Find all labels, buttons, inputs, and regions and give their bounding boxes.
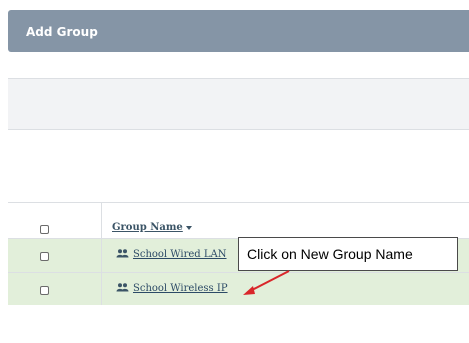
table-row: School Wireless IP [8,272,469,305]
column-divider [101,203,102,239]
sort-down-icon [185,225,192,230]
instruction-callout: Click on New Group Name [238,237,458,271]
select-all-checkbox[interactable] [40,225,49,234]
group-link-school-wired-lan[interactable]: School Wired LAN [116,249,227,260]
row-checkbox[interactable] [40,286,49,295]
group-name-label: School Wireless IP [133,283,228,294]
column-divider [101,239,102,273]
filter-band [8,78,469,130]
group-link-school-wireless-ip[interactable]: School Wireless IP [116,283,228,294]
group-icon [116,249,129,258]
row-checkbox[interactable] [40,252,49,261]
column-header-group-name[interactable]: Group Name [112,222,192,233]
column-divider [101,273,102,305]
column-header-label: Group Name [112,222,183,233]
page-title: Add Group [26,25,98,39]
group-icon [116,283,129,292]
page: Add Group Group Name School Wired LAN Sc… [0,0,469,343]
table-header-row: Group Name [8,202,469,239]
group-name-label: School Wired LAN [133,249,227,260]
